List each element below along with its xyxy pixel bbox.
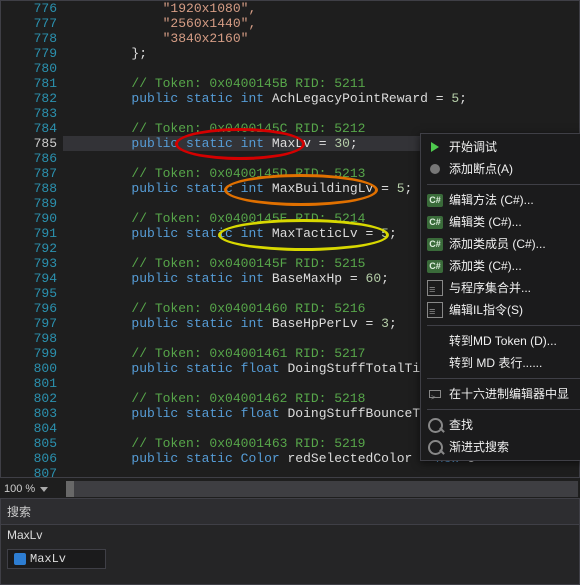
csharp-icon: C# [421,260,449,273]
horizontal-scrollbar[interactable] [66,481,578,497]
context-menu-label: 开始调试 [449,136,580,158]
context-menu-label: 查找 [449,414,580,436]
context-menu-item[interactable]: 添加断点(A) [421,158,580,180]
csharp-icon: C# [421,216,449,229]
context-menu-item[interactable]: 查找 [421,414,580,436]
code-line[interactable]: "3840x2160" [63,31,579,46]
code-line[interactable] [63,106,579,121]
context-menu-label: 与程序集合并... [449,277,580,299]
context-menu-item[interactable]: 与程序集合并... [421,277,580,299]
hex-icon [421,387,449,401]
code-line[interactable] [63,61,579,76]
context-menu-label: 添加类成员 (C#)... [449,233,580,255]
search-panel: 搜索 MaxLv MaxLv [0,498,580,585]
context-menu-item[interactable]: 编辑IL指令(S) [421,299,580,321]
line-number-gutter: 7767777787797807817827837847857867877887… [1,1,63,477]
breakpoint-icon [421,164,449,174]
context-menu-item[interactable]: C#添加类 (C#)... [421,255,580,277]
play-icon [421,142,449,152]
csharp-icon: C# [421,194,449,207]
context-menu-item[interactable]: C#添加类成员 (C#)... [421,233,580,255]
context-menu-item[interactable]: C#编辑类 (C#)... [421,211,580,233]
context-menu-item[interactable]: 转到MD Token (D)... [421,330,580,352]
search-result-text: MaxLv [30,552,66,566]
scrollbar-thumb[interactable] [66,481,74,497]
context-menu-label: 转到 MD 表行...... [449,352,580,374]
csharp-icon: C# [421,238,449,251]
code-line[interactable]: public static int AchLegacyPointReward =… [63,91,579,106]
code-line[interactable]: // Token: 0x0400145B RID: 5211 [63,76,579,91]
context-menu-label: 在十六进制编辑器中显 [449,383,580,405]
context-menu[interactable]: 开始调试添加断点(A)C#编辑方法 (C#)...C#编辑类 (C#)...C#… [420,133,580,461]
context-menu-label: 渐进式搜索 [449,436,580,458]
dropdown-icon[interactable] [40,487,48,492]
context-menu-label: 添加类 (C#)... [449,255,580,277]
zoom-value: 100 % [4,483,35,495]
code-line[interactable]: }; [63,46,579,61]
zoom-indicator[interactable]: 100 % [4,481,48,497]
document-icon [421,302,449,318]
context-menu-label: 添加断点(A) [449,158,580,180]
document-icon [421,280,449,296]
context-menu-item[interactable]: 转到 MD 表行...... [421,352,580,374]
code-line[interactable] [63,466,579,481]
code-line[interactable]: "2560x1440", [63,16,579,31]
context-menu-item[interactable]: C#编辑方法 (C#)... [421,189,580,211]
search-icon [421,440,449,455]
context-menu-label: 编辑IL指令(S) [449,299,580,321]
search-icon [421,418,449,433]
search-result-item[interactable]: MaxLv [7,549,106,569]
context-menu-item[interactable]: 在十六进制编辑器中显 [421,383,580,405]
context-menu-label: 编辑方法 (C#)... [449,189,580,211]
context-menu-item[interactable]: 渐进式搜索 [421,436,580,458]
context-menu-item[interactable]: 开始调试 [421,136,580,158]
search-input[interactable]: MaxLv [1,525,579,545]
context-menu-label: 编辑类 (C#)... [449,211,580,233]
context-menu-label: 转到MD Token (D)... [449,330,580,352]
code-line[interactable]: "1920x1080", [63,1,579,16]
search-panel-title: 搜索 [1,499,579,525]
field-icon [14,553,26,565]
